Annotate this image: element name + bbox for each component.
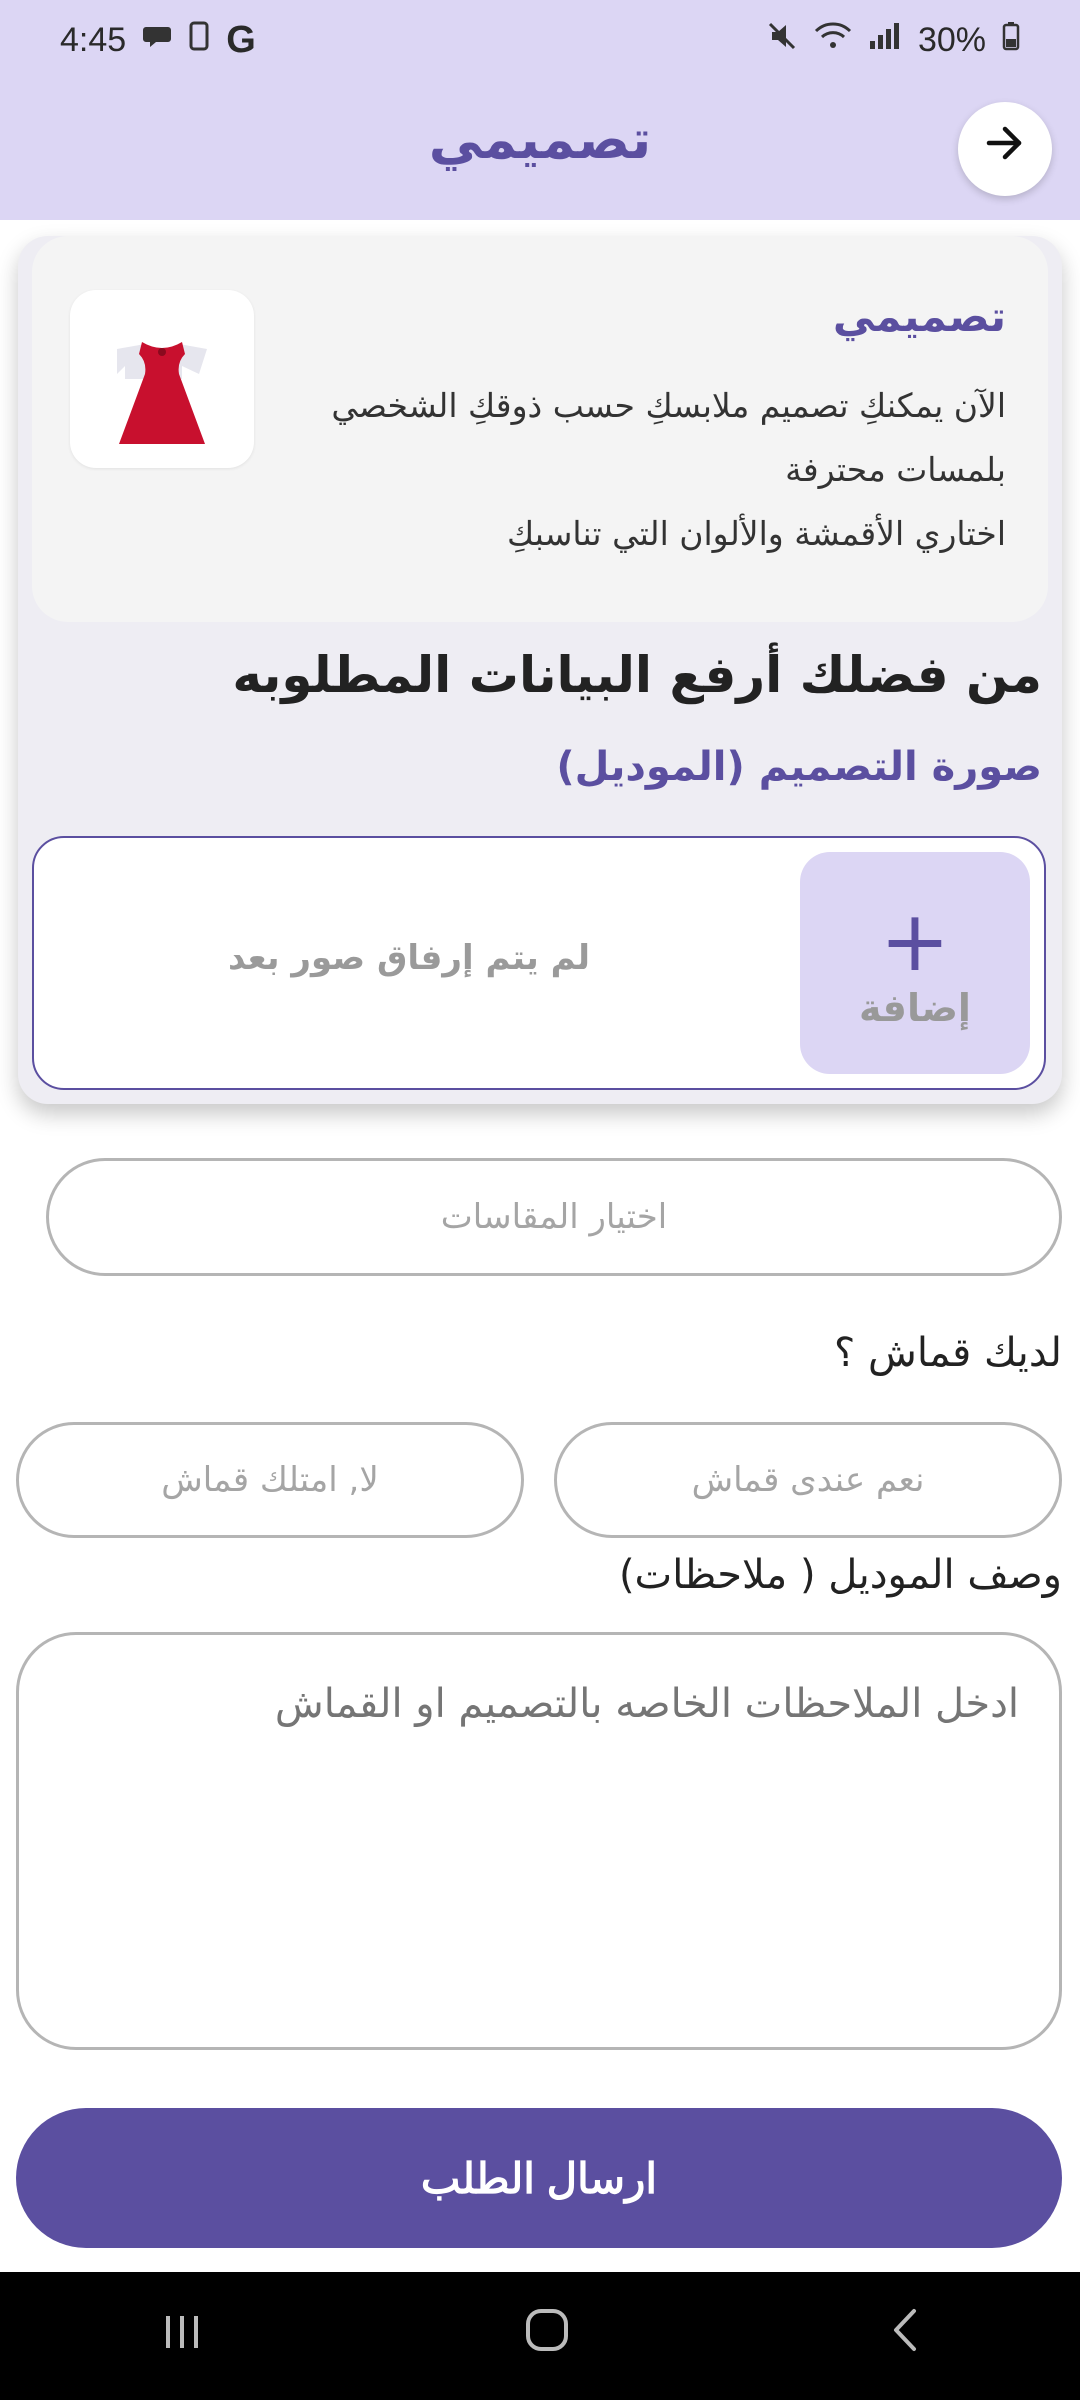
app-bar: تصميمي	[0, 80, 1080, 220]
battery-icon	[1002, 21, 1020, 60]
fabric-no-button[interactable]: لا, امتلك قماش	[16, 1422, 524, 1538]
battery-text: 30%	[917, 20, 986, 59]
home-icon[interactable]	[524, 2307, 570, 2365]
no-images-text: لم يتم إرفاق صور بعد	[227, 938, 591, 978]
promo-line-3: اختاري الأقمشة والألوان التي تناسبكِ	[506, 514, 1006, 553]
fabric-yes-button[interactable]: نعم عندى قماش	[554, 1422, 1062, 1538]
submit-button[interactable]: ارسال الطلب	[16, 2108, 1062, 2248]
promo-title: تصميمي	[832, 292, 1006, 341]
add-image-label: إضافة	[859, 986, 971, 1030]
back-nav-icon[interactable]	[890, 2307, 920, 2365]
wifi-icon	[814, 21, 852, 60]
submit-label: ارسال الطلب	[420, 2154, 658, 2202]
signal-icon	[868, 21, 902, 60]
system-nav-bar	[0, 2272, 1080, 2400]
promo-card: تصميمي الآن يمكنكِ تصميم ملابسكِ حسب ذوق…	[32, 236, 1048, 622]
promo-line-1: الآن يمكنكِ تصميم ملابسكِ حسب ذوقكِ الشخ…	[331, 386, 1006, 425]
status-time: 4:45	[60, 20, 127, 59]
plus-icon: +	[879, 892, 951, 990]
fabric-yes-label: نعم عندى قماش	[691, 1460, 925, 1500]
notes-label: وصف الموديل ( ملاحظات)	[618, 1552, 1062, 1598]
phone-icon	[188, 21, 210, 60]
fabric-no-label: لا, امتلك قماش	[161, 1460, 379, 1500]
dress-image	[70, 290, 254, 468]
google-icon: G	[226, 18, 256, 61]
chat-icon	[142, 21, 172, 60]
status-bar: 4:45 G 30%	[0, 0, 1080, 80]
back-button[interactable]	[958, 102, 1052, 196]
status-left: 4:45 G	[60, 19, 256, 62]
sizes-select-label: اختيار المقاسات	[440, 1197, 668, 1237]
status-right: 30%	[766, 20, 1020, 61]
promo-line-2: بلمسات محترفة	[785, 450, 1006, 489]
add-image-button[interactable]: + إضافة	[800, 852, 1030, 1074]
upload-box: + إضافة لم يتم إرفاق صور بعد	[32, 836, 1046, 1090]
notes-textarea[interactable]	[16, 1632, 1062, 2050]
design-image-label: صورة التصميم (الموديل)	[556, 744, 1042, 790]
page-title: تصميمي	[428, 108, 652, 171]
arrow-right-icon	[981, 119, 1029, 180]
main-card: تصميمي الآن يمكنكِ تصميم ملابسكِ حسب ذوق…	[18, 236, 1062, 1104]
mute-icon	[766, 20, 798, 61]
fabric-question: لديك قماش ؟	[834, 1330, 1062, 1376]
sizes-select-button[interactable]: اختيار المقاسات	[46, 1158, 1062, 1276]
upload-heading: من فضلك أرفع البيانات المطلوبه	[232, 646, 1042, 704]
recent-apps-icon[interactable]	[160, 2308, 204, 2364]
